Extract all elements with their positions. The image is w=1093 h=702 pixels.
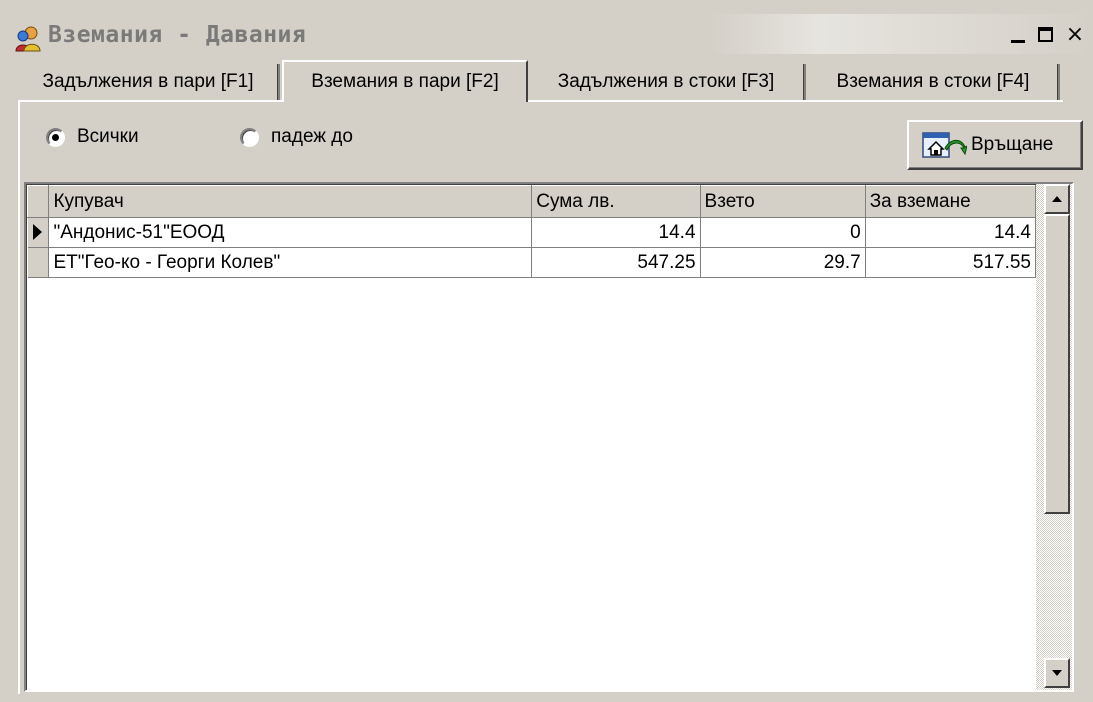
row-indicator (27, 217, 50, 248)
scroll-down-button[interactable] (1044, 658, 1070, 688)
people-icon (15, 26, 41, 52)
arrow-down-icon (1052, 670, 1062, 676)
tab-label: Вземания в пари [F2] (311, 71, 499, 92)
column-header-sum[interactable]: Сума лв. (531, 185, 701, 218)
cell-sum[interactable]: 14.4 (531, 217, 701, 248)
table-row[interactable]: "Андонис-51"ЕООД 14.4 0 14.4 (27, 217, 1037, 248)
arrow-up-icon (1052, 196, 1062, 202)
return-button-label: Връщане (971, 134, 1054, 155)
receivables-grid[interactable]: Купувач Сума лв. Взето За вземане "Андон… (24, 182, 1074, 692)
tab-label: Задължения в пари [F1] (42, 71, 254, 92)
cell-due[interactable]: 517.55 (865, 247, 1037, 278)
close-icon: × (1065, 21, 1085, 47)
table-row[interactable]: ЕТ"Гео-ко - Георги Колев" 547.25 29.7 51… (27, 247, 1037, 278)
tab-money-receivables[interactable]: Вземания в пари [F2] (282, 60, 528, 102)
minimize-button[interactable] (1006, 22, 1030, 46)
table-header-row: Купувач Сума лв. Взето За вземане (26, 185, 1037, 218)
maximize-button[interactable] (1033, 22, 1057, 46)
column-header-due[interactable]: За вземане (864, 185, 1037, 218)
main-window: Вземания - Давания × Задължения в пари [… (0, 0, 1093, 702)
tab-goods-liabilities[interactable]: Задължения в стоки [F3] (528, 64, 806, 100)
tab-money-liabilities[interactable]: Задължения в пари [F1] (18, 64, 280, 100)
radio-circle[interactable] (240, 127, 259, 147)
cell-due[interactable]: 14.4 (865, 217, 1037, 248)
home-return-icon (922, 132, 967, 158)
column-header-buyer[interactable]: Купувач (48, 185, 533, 218)
scrollbar-thumb[interactable] (1044, 214, 1070, 514)
tab-bar: Задължения в пари [F1] Вземания в пари [… (18, 60, 1063, 102)
data-table: Купувач Сума лв. Взето За вземане "Андон… (26, 185, 1037, 278)
cell-buyer[interactable]: ЕТ"Гео-ко - Георги Колев" (48, 247, 533, 278)
vertical-scrollbar[interactable] (1036, 184, 1072, 690)
radio-circle[interactable] (46, 127, 65, 147)
maximize-icon (1037, 26, 1053, 42)
cell-taken[interactable]: 0 (700, 217, 866, 248)
cell-sum[interactable]: 547.25 (531, 247, 701, 278)
close-button[interactable]: × (1063, 21, 1087, 47)
scroll-up-button[interactable] (1044, 184, 1070, 214)
tab-goods-receivables[interactable]: Вземания в стоки [F4] (808, 64, 1060, 100)
tab-label: Задължения в стоки [F3] (557, 71, 775, 92)
window-title: Вземания - Давания (48, 22, 307, 48)
current-row-pointer-icon (33, 224, 43, 241)
radio-all[interactable]: Всички (46, 126, 139, 148)
radio-all-label: Всички (77, 126, 139, 147)
radio-due-until[interactable]: падеж до (240, 126, 353, 148)
return-button[interactable]: Връщане (907, 120, 1083, 170)
minimize-icon (1011, 39, 1025, 43)
tab-label: Вземания в стоки [F4] (836, 71, 1030, 92)
row-indicator (27, 247, 50, 278)
column-header-taken[interactable]: Взето (699, 185, 866, 218)
cell-taken[interactable]: 29.7 (700, 247, 866, 278)
header-indicator-cell (26, 185, 50, 218)
cell-buyer[interactable]: "Андонис-51"ЕООД (48, 217, 533, 248)
radio-due-until-label: падеж до (271, 126, 353, 147)
